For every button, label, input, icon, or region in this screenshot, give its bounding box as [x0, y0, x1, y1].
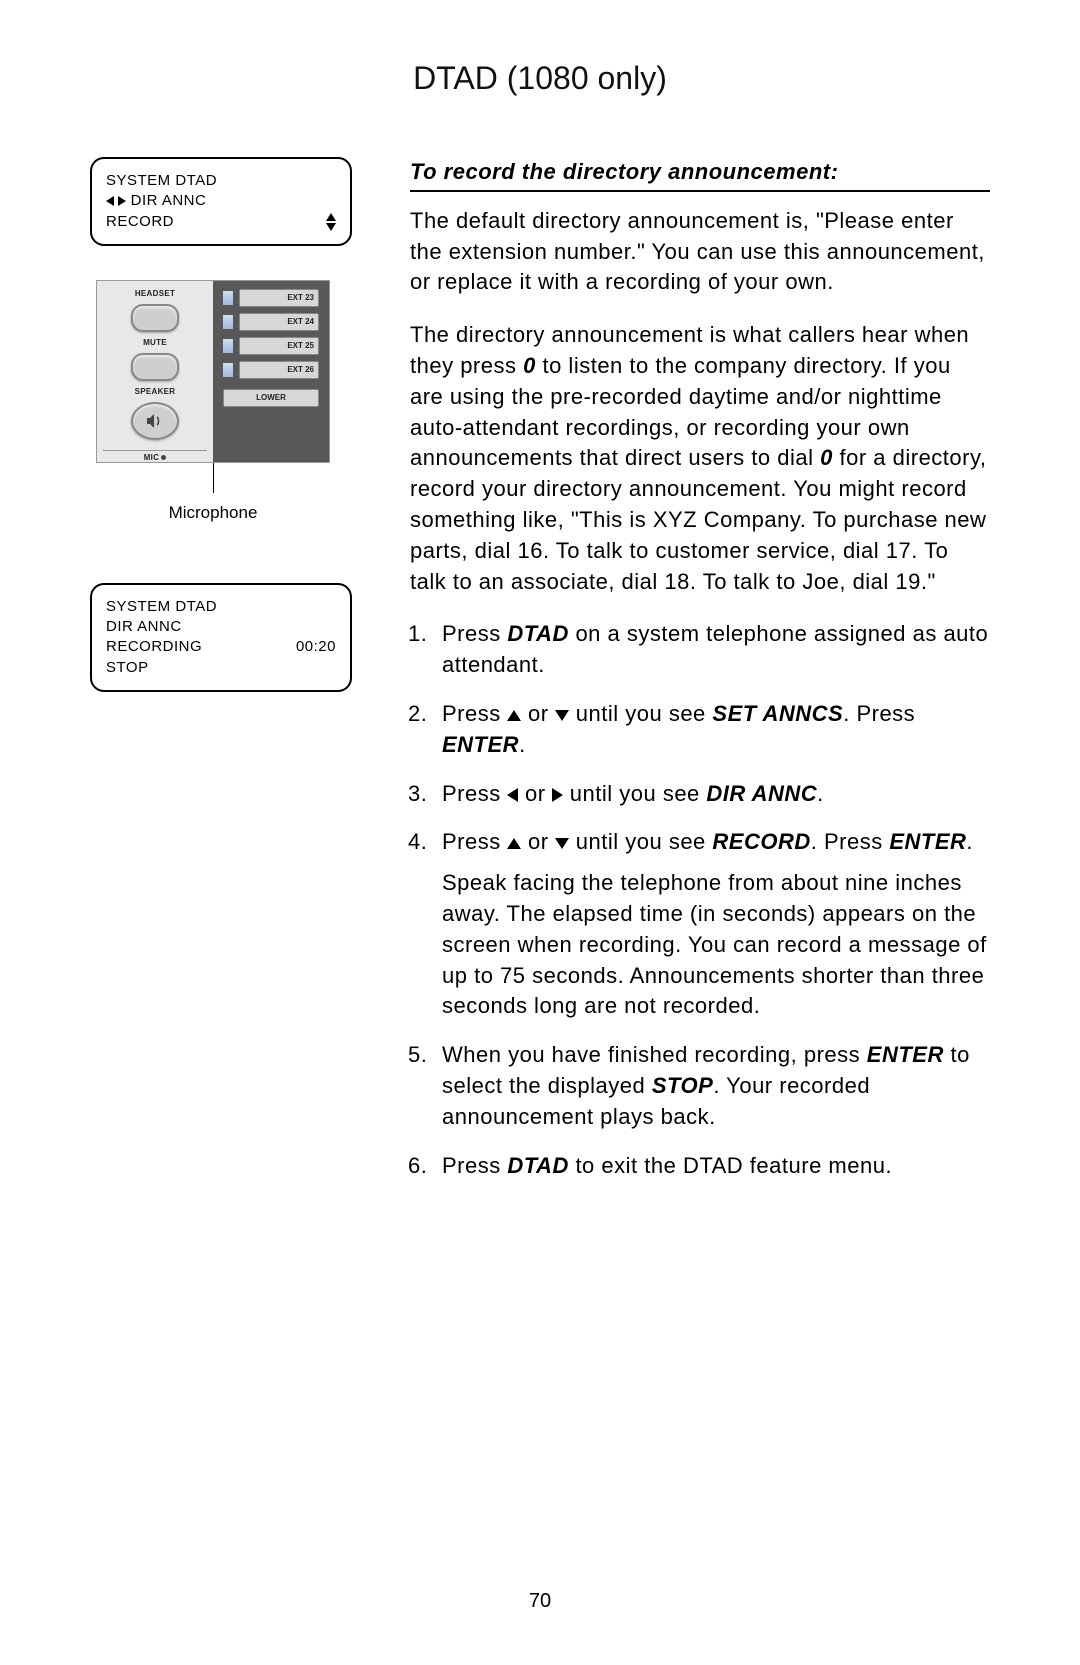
- s2-b: or: [521, 701, 555, 726]
- enter-key-1: ENTER: [442, 732, 519, 757]
- microphone-caption: Microphone: [96, 503, 330, 523]
- lcd2-line1: SYSTEM DTAD: [106, 597, 336, 617]
- s2-c: until you see: [569, 701, 712, 726]
- lcd-display-1: SYSTEM DTAD DIR ANNC RECORD: [90, 157, 352, 246]
- lcd2-line2: DIR ANNC: [106, 617, 336, 637]
- s3-c: until you see: [563, 781, 706, 806]
- label-headset: HEADSET: [135, 289, 175, 298]
- label-speaker: SPEAKER: [135, 387, 176, 396]
- ext-button-24: EXT 24: [239, 313, 319, 331]
- section-title: To record the directory announcement:: [410, 157, 990, 192]
- label-mic: MIC: [144, 453, 160, 462]
- left-arrow-icon: [507, 788, 518, 802]
- ext-button-25: EXT 25: [239, 337, 319, 355]
- s3-b: or: [518, 781, 552, 806]
- s3-d: .: [817, 781, 824, 806]
- speaker-button-icon: [131, 402, 179, 440]
- lcd2-line4: STOP: [106, 658, 336, 678]
- s2-a: Press: [442, 701, 507, 726]
- page-title: DTAD (1080 only): [90, 60, 990, 97]
- label-mute: MUTE: [143, 338, 167, 347]
- lcd1-line2: DIR ANNC: [131, 192, 207, 209]
- lcd-display-2: SYSTEM DTAD DIR ANNC RECORDING 00:20 STO…: [90, 583, 352, 692]
- steps-list: Press DTAD on a system telephone assigne…: [410, 619, 990, 1181]
- s4-c: until you see: [569, 829, 712, 854]
- step-1: Press DTAD on a system telephone assigne…: [434, 619, 990, 681]
- page-number: 70: [0, 1590, 1080, 1613]
- enter-key-3: ENTER: [867, 1042, 944, 1067]
- step-6: Press DTAD to exit the DTAD feature menu…: [434, 1151, 990, 1182]
- step-5: When you have finished recording, press …: [434, 1040, 990, 1132]
- s4-a: Press: [442, 829, 507, 854]
- mic-dot-icon: [161, 455, 166, 460]
- step-4: Press or until you see RECORD. Press ENT…: [434, 827, 990, 1022]
- up-down-arrows-icon: [326, 213, 336, 231]
- dir-annc-label: DIR ANNC: [706, 781, 817, 806]
- left-column: SYSTEM DTAD DIR ANNC RECORD HEADSET: [90, 157, 370, 1199]
- s2-d: . Press: [843, 701, 915, 726]
- s2-e: .: [519, 732, 526, 757]
- s4-b: or: [521, 829, 555, 854]
- up-arrow-icon: [507, 710, 521, 721]
- key-zero-2: 0: [820, 445, 833, 470]
- s6-a: Press: [442, 1153, 507, 1178]
- s3-a: Press: [442, 781, 507, 806]
- mute-button-icon: [131, 353, 179, 381]
- pointer-line: [213, 463, 214, 493]
- ext-button-23: EXT 23: [239, 289, 319, 307]
- step-2: Press or until you see SET ANNCS. Press …: [434, 699, 990, 761]
- paragraph-2: The directory announcement is what calle…: [410, 320, 990, 597]
- headset-button-icon: [131, 304, 179, 332]
- s4-e: .: [966, 829, 973, 854]
- step-3: Press or until you see DIR ANNC.: [434, 779, 990, 810]
- dtad-key-1: DTAD: [507, 621, 568, 646]
- s5-a: When you have finished recording, press: [442, 1042, 867, 1067]
- dtad-key-2: DTAD: [507, 1153, 568, 1178]
- step-4-paragraph: Speak facing the telephone from about ni…: [442, 868, 990, 1022]
- lcd2-line3-right: 00:20: [296, 637, 336, 657]
- down-arrow-icon-2: [555, 838, 569, 849]
- s6-b: to exit the DTAD feature menu.: [569, 1153, 892, 1178]
- s1-a: Press: [442, 621, 507, 646]
- enter-key-2: ENTER: [889, 829, 966, 854]
- key-zero-1: 0: [523, 353, 536, 378]
- record-label: RECORD: [712, 829, 810, 854]
- left-right-arrows-icon: [106, 192, 126, 209]
- up-arrow-icon-2: [507, 838, 521, 849]
- lower-button: LOWER: [223, 389, 319, 407]
- ext-button-26: EXT 26: [239, 361, 319, 379]
- lcd2-line3-left: RECORDING: [106, 637, 202, 657]
- lcd1-line1: SYSTEM DTAD: [106, 171, 217, 191]
- set-anncs-label: SET ANNCS: [712, 701, 843, 726]
- s4-d: . Press: [811, 829, 890, 854]
- lcd1-line3: RECORD: [106, 212, 174, 232]
- right-arrow-icon: [552, 788, 563, 802]
- down-arrow-icon: [555, 710, 569, 721]
- paragraph-1: The default directory announcement is, "…: [410, 206, 990, 298]
- phone-illustration: HEADSET MUTE SPEAKER MIC: [96, 280, 330, 523]
- stop-label: STOP: [652, 1073, 714, 1098]
- right-column: To record the directory announcement: Th…: [410, 157, 990, 1199]
